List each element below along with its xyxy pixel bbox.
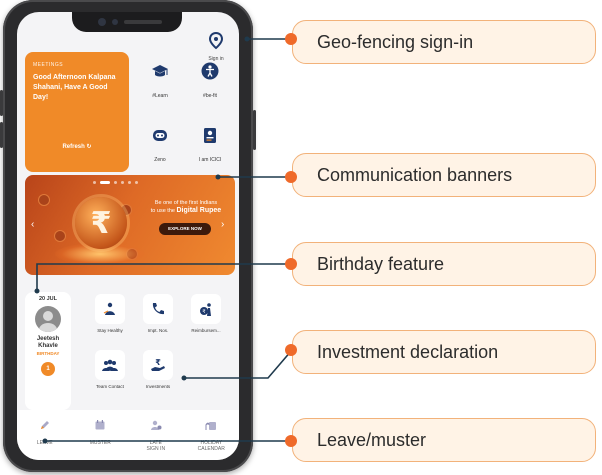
team-icon [102,359,118,371]
nav-muster-label: MUSTER [89,440,111,446]
communication-banner[interactable]: ₹ Be one of the first Indians to use the… [25,175,235,275]
service-label: Investments [145,384,171,389]
healthy-person-icon [103,302,115,315]
service-box: ₹ [143,350,173,380]
volume-down-button [0,122,3,148]
refresh-button[interactable]: Refresh ↻ [25,143,129,150]
service-investments[interactable]: ₹ Investments [135,350,181,404]
pager-dot[interactable] [93,181,96,184]
nav-holiday-calendar-label: HOLIDAY CALENDAR [197,440,225,452]
nav-holiday-calendar[interactable]: HOLIDAY CALENDAR [187,418,235,460]
coin-decoration [39,195,49,205]
nav-muster[interactable]: MUSTER [76,418,124,460]
chevron-left-icon[interactable]: ‹ [31,219,34,230]
volume-up-button [0,90,3,116]
id-badge-icon [204,128,216,143]
callout-communication-banners: Communication banners [292,153,596,197]
nav-leave-label: LEAVE [36,440,53,446]
callout-birthday-feature: Birthday feature [292,242,596,286]
pencil-icon [40,421,49,429]
greeting-message: Good Afternoon Kalpana Shahani, Have A G… [33,74,116,101]
callout-leave-muster: Leave/muster [292,418,596,462]
pager-dot[interactable] [121,181,124,184]
service-stay-healthy[interactable]: Stay Healthy [87,294,133,348]
service-label: Stay Healthy [97,328,123,333]
fitness-person-icon [201,62,219,80]
banner-text: Be one of the first Indians to use the D… [141,199,231,215]
service-team-contact[interactable]: Team Contact [87,350,133,404]
service-label: Impt. Nos. [147,328,169,333]
notch [72,12,182,32]
svg-text:₹: ₹ [155,358,161,367]
service-label: Team Contact [96,384,124,389]
service-box [95,294,125,324]
robot-assistant-icon [153,130,167,141]
birthday-first-name: Jeetesh [36,336,60,342]
tile-learn[interactable]: #Learn [135,52,185,104]
phone-screen: Sign in MEETINGS Good Afternoon Kalpana … [17,12,239,460]
pager-dot-active[interactable] [100,181,110,184]
tile-i-am-icici-label: I am ICICI [198,157,222,163]
avatar [35,306,61,332]
location-pin-icon [208,31,224,50]
pager-dot[interactable] [114,181,117,184]
banner-line-2-prefix: to use the [150,208,177,214]
bottom-nav: LEAVE MUSTER LATE SIGN IN HOLIDAY CALEND… [17,410,239,460]
service-impt-nos[interactable]: Impt. Nos. [135,294,181,348]
phone-frame: Sign in MEETINGS Good Afternoon Kalpana … [0,0,256,472]
birthday-last-name: Khavle [38,343,58,349]
pager-dot[interactable] [128,181,131,184]
nav-leave[interactable]: LEAVE [21,418,69,460]
nav-late-signin-label: LATE SIGN IN [146,440,166,452]
banner-line-1: Be one of the first Indians [154,200,218,206]
rupee-coin-icon: ₹ [75,197,127,249]
camera-icon [98,18,106,26]
service-box [95,350,125,380]
stage: Sign in MEETINGS Good Afternoon Kalpana … [0,0,602,475]
svg-text:₹: ₹ [202,309,205,315]
birthday-tag: BIRTHDAY [36,351,60,356]
late-signin-icon [150,420,162,430]
nav-late-signin[interactable]: LATE SIGN IN [132,418,180,460]
investment-hand-icon: ₹ [151,358,165,371]
explore-now-button[interactable]: EXPLORE NOW [159,223,211,235]
greeting-caption: MEETINGS [33,62,64,68]
banner-pager[interactable] [93,181,138,184]
holiday-calendar-icon [205,422,217,430]
service-label: Reimbursem... [191,328,221,333]
sensor-icon [112,19,118,25]
banner-line-2-bold: Digital Rupee [176,207,222,214]
reimbursement-icon: ₹ [200,303,211,316]
callout-geo-fencing: Geo-fencing sign-in [292,20,596,64]
banner-line-2: to use the Digital Rupee [141,207,231,215]
service-box [143,294,173,324]
birthday-name: Jeetesh Khavle [25,336,71,350]
birthday-count-badge[interactable]: 1 [41,362,55,376]
tile-be-fit-label: #be-fit [203,93,217,99]
tile-be-fit[interactable]: #be-fit [185,52,235,104]
phone-icon [152,303,164,315]
chevron-right-icon[interactable]: › [221,219,224,230]
birthday-date: 20 JUL [38,296,58,302]
tile-zeno[interactable]: Zeno [135,116,185,168]
power-button [253,110,256,150]
speaker-grill [124,20,162,24]
calendar-icon [95,420,105,430]
greeting-card: MEETINGS Good Afternoon Kalpana Shahani,… [25,52,129,172]
graduation-cap-icon [152,65,168,77]
tile-i-am-icici[interactable]: I am ICICI [185,116,235,168]
service-reimbursement[interactable]: ₹ Reimbursem... [183,294,229,348]
coin-decoration [55,231,65,241]
callout-investment-declaration: Investment declaration [292,330,596,374]
birthday-card[interactable]: 20 JUL Jeetesh Khavle BIRTHDAY 1 [25,292,71,410]
service-box: ₹ [191,294,221,324]
tile-learn-label: #Learn [152,93,168,99]
pager-dot[interactable] [135,181,138,184]
tile-zeno-label: Zeno [154,157,166,163]
